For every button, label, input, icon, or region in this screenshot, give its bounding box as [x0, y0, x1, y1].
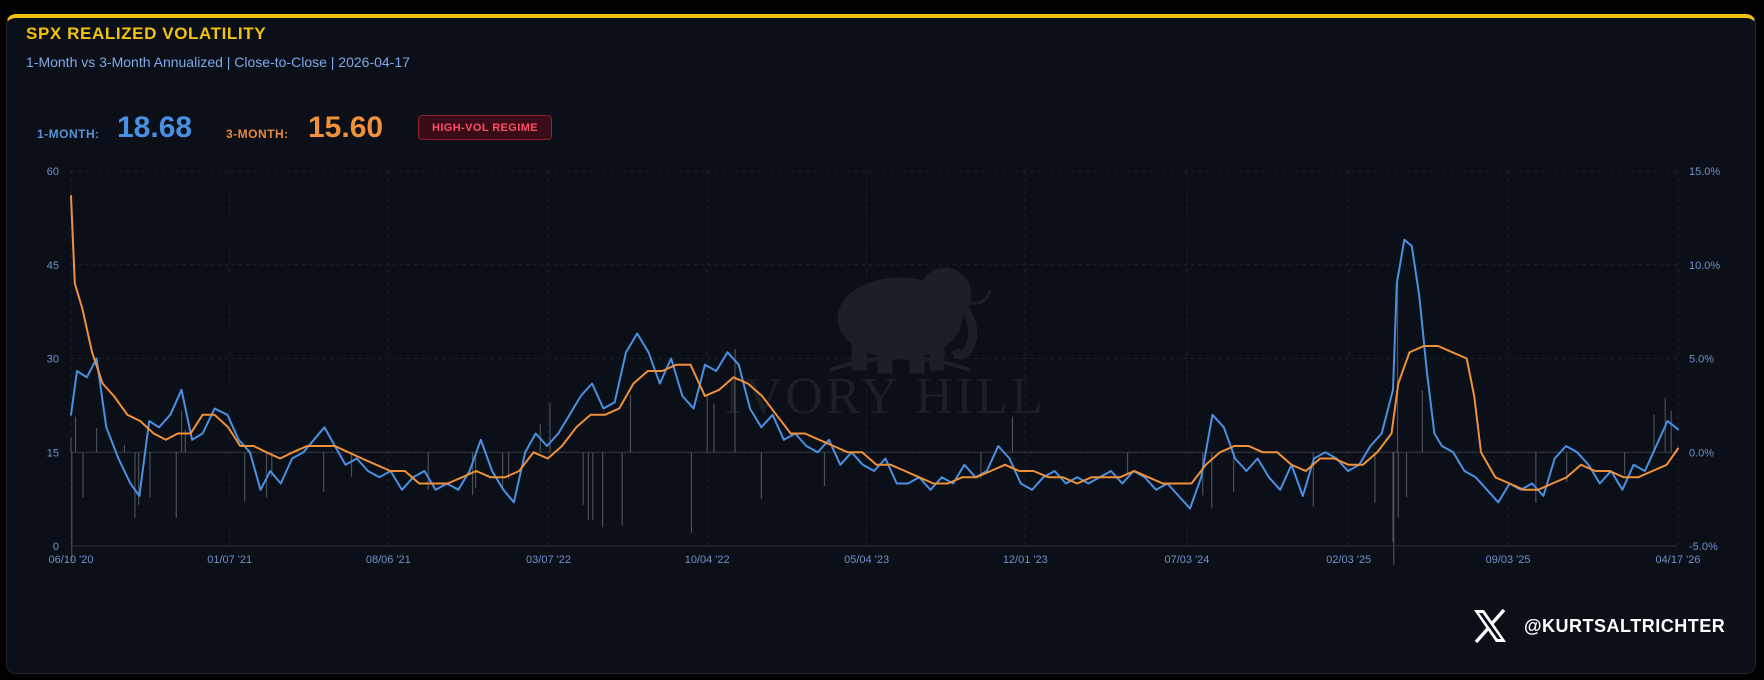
x-tick-label: 09/03 '25 — [1486, 554, 1531, 566]
volatility-lines — [70, 195, 1679, 510]
brand-handle[interactable]: @KURTSALTRICHTER — [1524, 616, 1725, 637]
x-tick-label: 04/17 '26 — [1656, 554, 1701, 566]
x-tick-label: 06/10 '20 — [49, 554, 94, 566]
axes: 0 15 30 45 60 -5.0% 0.0% 5.0% 10.0% 15.0% 06/10 '2… — [47, 166, 1721, 566]
x-tick-label: 12/01 '23 — [1003, 554, 1048, 566]
volatility-chart: 0 15 30 45 60 -5.0% 0.0% 5.0% 10.0% 15.0% 06/10 '2… — [47, 166, 1721, 566]
x-tick-label: 03/07 '22 — [526, 554, 571, 566]
y-left-tick-label: 15 — [47, 447, 59, 459]
y-right-tick-label: 10.0% — [1689, 260, 1720, 272]
x-tick-label: 08/06 '21 — [366, 554, 411, 566]
grid — [70, 170, 1679, 547]
series-line-three-month — [70, 195, 1679, 491]
x-tick-label: 02/03 '25 — [1326, 554, 1371, 566]
x-tick-label: 01/07 '21 — [207, 554, 252, 566]
y-left-tick-label: 45 — [47, 260, 59, 272]
x-tick-label: 05/04 '23 — [844, 554, 889, 566]
y-right-tick-label: 5.0% — [1689, 354, 1714, 366]
x-tick-label: 07/03 '24 — [1164, 554, 1209, 566]
y-right-tick-label: -5.0% — [1689, 541, 1718, 553]
y-left-tick-label: 30 — [47, 354, 59, 366]
y-left-tick-label: 60 — [47, 166, 59, 178]
y-right-tick-label: 0.0% — [1689, 447, 1714, 459]
y-right-tick-label: 15.0% — [1689, 166, 1720, 178]
y-left-tick-label: 0 — [53, 541, 59, 553]
series-line-one-month — [70, 238, 1679, 510]
x-logo-icon[interactable] — [1470, 606, 1510, 646]
daily-returns-bars — [70, 274, 1678, 565]
brand: @KURTSALTRICHTER — [1470, 606, 1725, 646]
x-tick-label: 10/04 '22 — [685, 554, 730, 566]
